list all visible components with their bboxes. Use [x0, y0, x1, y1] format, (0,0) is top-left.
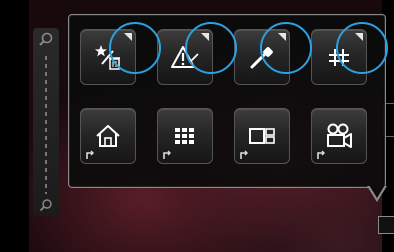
grid-lines-icon: [329, 49, 349, 66]
eyedropper-button[interactable]: [234, 29, 290, 85]
eyedropper-icon: [250, 47, 273, 69]
submenu-indicator-icon: [201, 33, 209, 41]
zoom-slider[interactable]: [33, 28, 59, 216]
home-icon: [96, 125, 120, 147]
star-trash-icon: [95, 45, 120, 70]
warning-button[interactable]: [157, 29, 213, 85]
thumbnail-grid-icon: [175, 128, 194, 144]
magnifier-plus-icon[interactable]: [38, 32, 54, 48]
return-arrow-icon: [317, 150, 325, 159]
return-arrow-icon: [240, 150, 248, 159]
video-camera-button[interactable]: [311, 108, 367, 164]
panel-pointer-fill: [369, 185, 385, 198]
quick-menu-panel: [68, 14, 388, 188]
return-arrow-icon: [163, 150, 171, 159]
home-button[interactable]: [80, 108, 136, 164]
video-camera-icon: [327, 123, 352, 148]
submenu-indicator-icon: [124, 33, 132, 41]
magnifier-minus-icon[interactable]: [38, 198, 54, 214]
thumbnail-grid-button[interactable]: [157, 108, 213, 164]
submenu-indicator-icon: [278, 33, 286, 41]
zoom-track[interactable]: [45, 56, 47, 194]
menu-toggle-button[interactable]: [378, 216, 394, 234]
submenu-indicator-icon: [355, 33, 363, 41]
split-view-button[interactable]: [234, 108, 290, 164]
favorites-delete-button[interactable]: [80, 29, 136, 85]
warning-triangle-icon: [171, 46, 199, 68]
grid-button[interactable]: [311, 29, 367, 85]
return-arrow-icon: [86, 150, 94, 159]
split-view-icon: [249, 128, 275, 144]
